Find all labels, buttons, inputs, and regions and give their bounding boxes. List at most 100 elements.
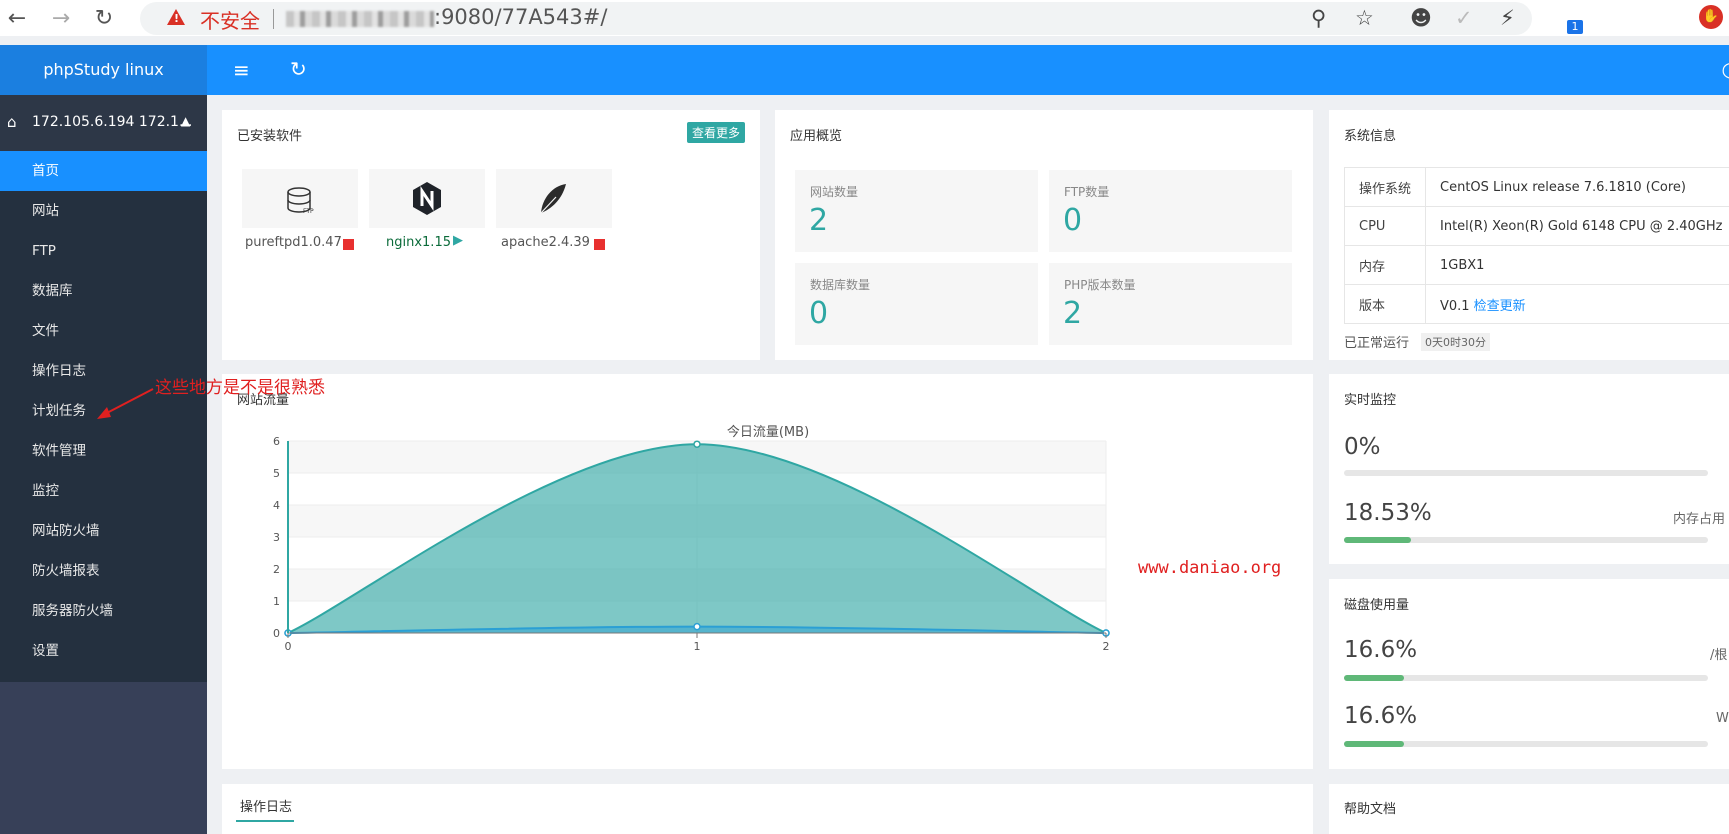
help-docs-card: 帮助文档 (1329, 784, 1729, 834)
y-tick-label: 1 (273, 595, 280, 608)
sysinfo-key: 版本 (1343, 284, 1427, 324)
stat-databases[interactable]: 数据库数量 0 (795, 263, 1038, 345)
stopped-status-icon (343, 239, 354, 250)
sidebar: ⌂ 172.105.6.194 172.1... ▲ 首页 网站 FTP 数据库 文件操… (0, 95, 207, 834)
sidebar-item[interactable]: 网站 (0, 191, 207, 231)
address-separator (273, 9, 274, 29)
y-tick-label: 2 (273, 563, 280, 576)
table-row: 内存 1GBX1 (1343, 245, 1729, 285)
x-tick-label: 1 (694, 640, 701, 653)
sysinfo-value: CentOS Linux release 7.6.1810 (Core) (1425, 167, 1729, 207)
lightning-icon[interactable]: ⚡ (1500, 6, 1515, 30)
software-name: apache2.4.39 (501, 235, 590, 250)
sysinfo-key: CPU (1343, 206, 1427, 246)
extension-badge: 1 (1567, 20, 1583, 34)
annotation-arrow-icon (97, 388, 154, 419)
user-icon[interactable]: ○ (1722, 57, 1729, 81)
chart-title: 今日流量(MB) (727, 424, 809, 440)
data-point (693, 440, 701, 448)
annotation-text: 这些地方是不是很熟悉 (155, 378, 325, 398)
caret-up-icon: ▲ (181, 114, 191, 128)
sidebar-item[interactable]: 监控 (0, 471, 207, 511)
table-row: 操作系统 CentOS Linux release 7.6.1810 (Core… (1343, 167, 1729, 207)
sysinfo-value: Intel(R) Xeon(R) Gold 6148 CPU @ 2.40GHz (1425, 206, 1729, 246)
software-item-pureftpd[interactable]: FTP pureftpd1.0.47 (242, 169, 358, 255)
realtime-monitor-card: 实时监控 0% 18.53% 内存占用 (1329, 374, 1729, 564)
operation-log-card: 操作日志 (222, 784, 1313, 834)
host-label: 172.105.6.194 172.1... (32, 114, 193, 130)
warning-mark: ! (174, 12, 180, 25)
sidebar-item[interactable]: 网站防火墙 (0, 511, 207, 551)
svg-text:FTP: FTP (303, 208, 314, 215)
installed-software-card: 已安装软件 查看更多 FTP pureftpd1.0.47 nginx1.15 … (222, 110, 760, 360)
software-item-nginx[interactable]: nginx1.15 ▶ (369, 169, 485, 255)
software-name: nginx1.15 (386, 235, 451, 250)
menu-toggle-icon[interactable]: ≡ (233, 58, 250, 82)
zoom-out-icon[interactable]: ⚲ (1311, 6, 1326, 30)
stat-ftp[interactable]: FTP数量 0 (1049, 170, 1292, 252)
sidebar-item[interactable]: 数据库 (0, 271, 207, 311)
feather-icon (540, 184, 566, 214)
stat-websites[interactable]: 网站数量 2 (795, 170, 1038, 252)
memory-usage-label: 内存占用 (1673, 512, 1726, 527)
installed-title: 已安装软件 (237, 129, 303, 144)
check-update-link[interactable]: 检查更新 (1474, 299, 1526, 314)
memory-usage-fill (1344, 537, 1411, 543)
view-more-button[interactable]: 查看更多 (686, 122, 745, 143)
sysinfo-value-cell: V0.1 检查更新 (1425, 284, 1729, 324)
host-selector[interactable]: ⌂ 172.105.6.194 172.1... ▲ (0, 95, 207, 151)
sysinfo-key: 操作系统 (1343, 167, 1427, 207)
stopped-status-icon (594, 239, 605, 250)
disk-usage-fill (1344, 675, 1404, 681)
stat-php-versions[interactable]: PHP版本数量 2 (1049, 263, 1292, 345)
sidebar-item[interactable]: 软件管理 (0, 431, 207, 471)
forward-arrow-icon[interactable]: → (48, 6, 74, 32)
sidebar-item[interactable]: 文件 (0, 311, 207, 351)
blurred-host (286, 11, 434, 27)
memory-usage-value: 18.53% (1344, 500, 1432, 526)
bookmark-star-icon[interactable]: ☆ (1355, 6, 1374, 30)
tab-operation-log[interactable]: 操作日志 (240, 796, 292, 815)
url-text[interactable]: :9080/77A543#/ (434, 5, 607, 29)
software-item-apache[interactable]: apache2.4.39 (496, 169, 612, 255)
check-icon[interactable]: ✓ (1455, 6, 1473, 30)
stat-value: 0 (1063, 203, 1083, 238)
y-tick-label: 4 (273, 499, 280, 512)
version-value: V0.1 (1440, 298, 1470, 314)
extension-cat-icon[interactable]: ☻ (1410, 6, 1432, 30)
sidebar-item[interactable]: 防火墙报表 (0, 551, 207, 591)
uptime-value: 0天0时30分 (1421, 333, 1490, 351)
y-tick-label: 0 (273, 627, 280, 640)
active-tab-indicator (236, 820, 294, 822)
x-tick-label: 0 (285, 640, 292, 653)
disk-usage-bar (1344, 741, 1708, 747)
app-brand[interactable]: phpStudy linux (0, 45, 207, 95)
hand-stop-icon[interactable]: ✋ (1699, 5, 1723, 29)
reload-icon[interactable]: ↻ (91, 6, 117, 32)
insecure-label[interactable]: 不安全 (200, 5, 260, 34)
stat-label: 网站数量 (810, 185, 859, 199)
sidebar-item[interactable]: 首页 (0, 151, 207, 191)
disk-usage-card: 磁盘使用量 16.6% /根 16.6% W (1329, 579, 1729, 769)
app-overview-card: 应用概览 网站数量 2 FTP数量 0 数据库数量 0 PHP版本数量 2 (775, 110, 1313, 360)
stat-label: PHP版本数量 (1064, 278, 1136, 292)
memory-usage-bar (1344, 537, 1708, 543)
software-icon-box (369, 169, 485, 228)
stat-label: FTP数量 (1064, 185, 1110, 199)
sidebar-item[interactable]: 设置 (0, 631, 207, 671)
back-arrow-icon[interactable]: ← (4, 6, 30, 32)
disk-usage-value: 16.6% (1344, 703, 1418, 729)
uptime-label: 已正常运行 (1344, 336, 1410, 351)
database-icon: FTP (287, 187, 314, 215)
app-header: phpStudy linux ≡ ↻ ○ (0, 45, 1729, 95)
sysinfo-title: 系统信息 (1344, 129, 1397, 144)
sidebar-item[interactable]: FTP (0, 231, 207, 271)
system-info-card: 系统信息 操作系统 CentOS Linux release 7.6.1810 … (1329, 110, 1729, 360)
stat-value: 0 (809, 296, 829, 331)
sidebar-item[interactable]: 服务器防火墙 (0, 591, 207, 631)
refresh-icon[interactable]: ↻ (290, 57, 307, 81)
software-name: pureftpd1.0.47 (245, 235, 342, 250)
software-icon-box (496, 169, 612, 228)
disk-usage-value: 16.6% (1344, 637, 1418, 663)
table-row: 版本 V0.1 检查更新 (1343, 284, 1729, 324)
